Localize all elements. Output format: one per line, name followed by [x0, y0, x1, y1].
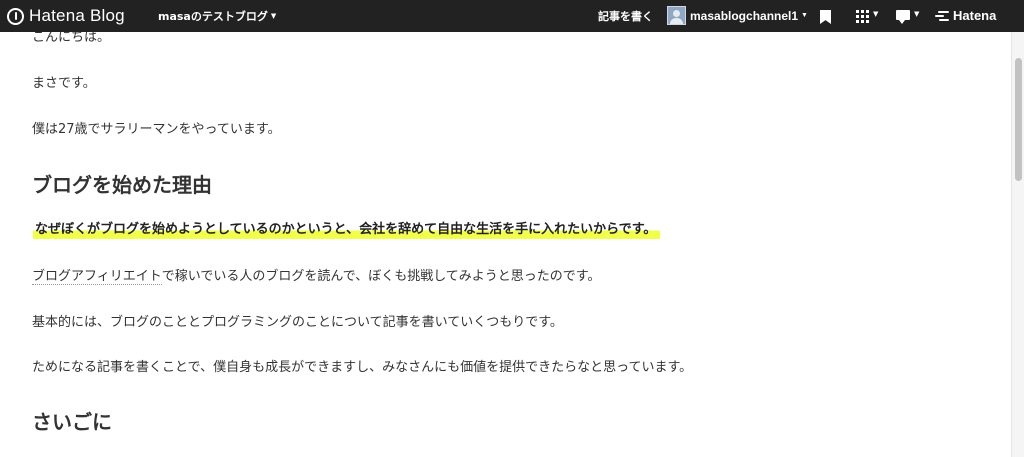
blog-name: masaのテストブログ — [158, 10, 268, 23]
affiliate-paragraph-text: で稼いでいる人のブログを読んで、ぼくも挑戦してみようと思ったのです。 — [161, 269, 601, 284]
caret-down-icon: ▼ — [873, 10, 879, 18]
heading-end: さいごに — [32, 410, 112, 434]
hatena-label: Hatena — [953, 8, 997, 23]
top-navigation-bar: Hatena Blog masaのテストブログ ▼ 記事を書く masablog… — [0, 0, 1024, 32]
hatena-logo-icon — [935, 11, 949, 21]
blog-selector-dropdown[interactable]: masaのテストブログ ▼ — [158, 8, 276, 24]
topics-paragraph: 基本的には、ブログのこととプログラミングのことについて記事を書いていくつもりです… — [32, 315, 563, 330]
self-intro-paragraph: 僕は27歳でサラリーマンをやっています。 — [32, 122, 281, 137]
grid-menu-icon[interactable] — [856, 10, 869, 23]
hatena-link[interactable]: Hatena — [935, 8, 996, 23]
user-menu-dropdown[interactable]: masablogchannel1 ▼ — [667, 6, 808, 25]
intro-paragraph: まさです。 — [32, 76, 96, 91]
affiliate-keyword-link[interactable]: ブログアフィリエイト — [32, 269, 162, 285]
affiliate-paragraph: ブログアフィリエイトで稼いでいる人のブログを読んで、ぼくも挑戦してみようと思った… — [32, 265, 601, 285]
caret-down-icon: ▼ — [914, 10, 920, 18]
caret-down-icon: ▼ — [801, 12, 808, 19]
comment-icon[interactable] — [896, 10, 910, 24]
username: masablogchannel1 — [690, 8, 799, 23]
scrollbar-thumb[interactable] — [1015, 58, 1022, 181]
brand-label: Hatena Blog — [29, 6, 125, 25]
value-paragraph: ためになる記事を書くことで、僕自身も成長ができますし、みなさんにも価値を提供でき… — [32, 360, 693, 375]
hatena-blog-logo-icon — [7, 7, 24, 25]
write-article-button[interactable]: 記事を書く — [598, 8, 653, 24]
heading-reason: ブログを始めた理由 — [32, 173, 212, 197]
hatena-blog-home-link[interactable]: Hatena Blog — [7, 6, 125, 26]
bookmark-icon[interactable] — [820, 10, 831, 24]
highlighted-sentence: なぜぼくがブログを始めようとしているのかというと、会社を辞めて自由な生活を手に入… — [33, 218, 661, 239]
caret-down-icon: ▼ — [270, 12, 277, 20]
vertical-scrollbar[interactable] — [1011, 32, 1024, 457]
avatar-icon — [667, 6, 686, 25]
